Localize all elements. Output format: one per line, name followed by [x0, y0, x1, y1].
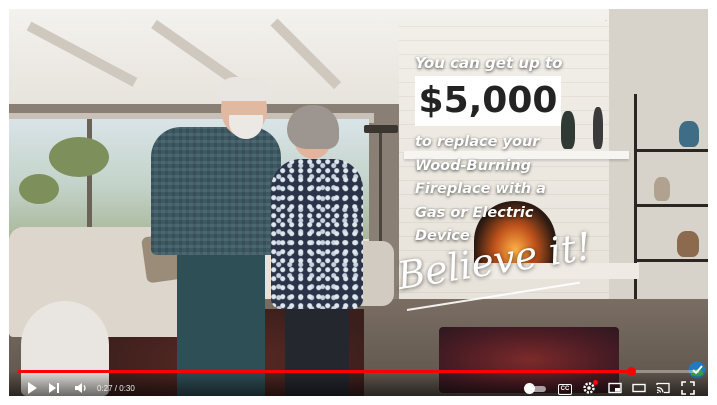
- subtitles-button[interactable]: CC: [558, 384, 572, 395]
- time-display: 0:27 / 0:30: [97, 384, 135, 393]
- progress-scrubber[interactable]: [626, 367, 636, 376]
- promo-body-line: Gas or Electric: [415, 204, 534, 221]
- autoplay-knob[interactable]: [524, 383, 535, 394]
- volume-icon[interactable]: [74, 381, 88, 395]
- progress-played: [18, 370, 631, 373]
- hd-badge: [593, 380, 598, 385]
- promo-body-line: Fireplace with a: [415, 181, 546, 197]
- promo-overlay: You can get up to $5,000 to replace your…: [9, 9, 708, 396]
- video-frame[interactable]: You can get up to $5,000 to replace your…: [9, 9, 708, 396]
- miniplayer-icon[interactable]: [608, 381, 622, 395]
- cast-icon[interactable]: [656, 381, 670, 395]
- promo-body-line: Wood-Burning: [415, 157, 532, 174]
- amount-box: $5,000: [415, 76, 561, 126]
- promo-body: to replace your Wood-Burning Fireplace w…: [415, 131, 546, 249]
- fullscreen-icon[interactable]: [681, 381, 695, 395]
- promo-intro-text: You can get up to: [415, 54, 563, 72]
- progress-bar[interactable]: [18, 367, 699, 376]
- theater-icon[interactable]: [632, 381, 646, 395]
- play-icon[interactable]: [26, 381, 38, 395]
- promo-body-line: to replace your: [415, 134, 540, 150]
- rebate-amount: $5,000: [418, 80, 558, 121]
- next-icon[interactable]: [48, 381, 60, 395]
